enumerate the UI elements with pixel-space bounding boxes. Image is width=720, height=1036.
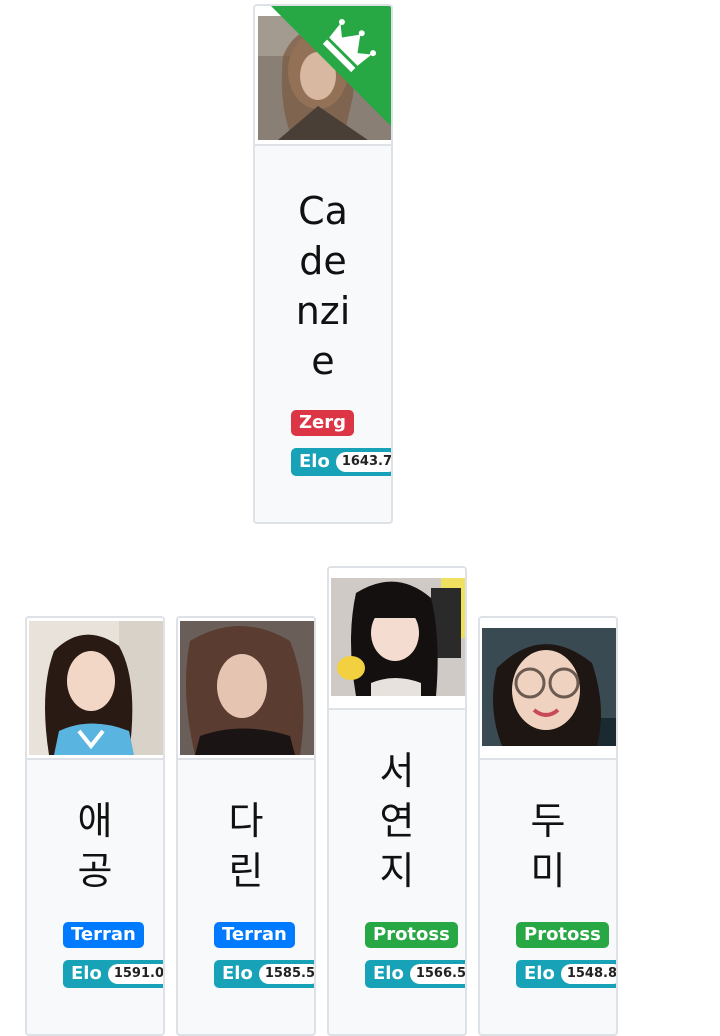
- player-card[interactable]: 다린 Terran Elo 1585.5: [176, 616, 316, 1036]
- elo-label: Elo: [71, 963, 102, 984]
- race-badge: Protoss: [516, 922, 609, 948]
- elo-value: 1643.7: [335, 452, 391, 472]
- player-photo-frame: [27, 618, 163, 760]
- race-badge: Terran: [63, 922, 144, 948]
- player-photo: [331, 578, 465, 696]
- race-badge: Terran: [214, 922, 295, 948]
- champion-photo-frame: [255, 6, 391, 146]
- player-photo: [29, 621, 163, 755]
- player-photo-frame: [329, 568, 465, 710]
- champion-ribbon: [271, 6, 391, 126]
- player-name: Cadenzie: [295, 189, 351, 383]
- elo-badge: Elo 1585.5: [214, 960, 314, 988]
- player-photo: [482, 628, 616, 746]
- elo-label: Elo: [299, 451, 330, 472]
- player-photo: [180, 621, 314, 755]
- elo-value: 1591.04: [107, 964, 163, 984]
- race-badge: Protoss: [365, 922, 458, 948]
- elo-badge: Elo 1566.52: [365, 960, 465, 988]
- player-name: 두미: [530, 799, 566, 893]
- elo-value: 1566.52: [409, 964, 465, 984]
- player-photo-frame: [178, 618, 314, 760]
- elo-badge: Elo 1643.7: [291, 448, 391, 476]
- race-badge: Zerg: [291, 410, 355, 436]
- elo-badge: Elo 1591.04: [63, 960, 163, 988]
- player-photo-frame: [480, 618, 616, 760]
- elo-label: Elo: [222, 963, 253, 984]
- elo-label: Elo: [524, 963, 555, 984]
- player-card[interactable]: 두미 Protoss Elo 1548.8: [478, 616, 618, 1036]
- elo-label: Elo: [373, 963, 404, 984]
- elo-value: 1548.8: [560, 964, 616, 984]
- player-name: 애공: [77, 799, 113, 893]
- player-name: 다린: [228, 799, 264, 893]
- elo-value: 1585.5: [258, 964, 314, 984]
- champion-card[interactable]: Cadenzie Zerg Elo 1643.7: [253, 4, 393, 524]
- player-name: 서연지: [379, 749, 415, 893]
- player-card[interactable]: 애공 Terran Elo 1591.04: [25, 616, 165, 1036]
- player-card[interactable]: 서연지 Protoss Elo 1566.52: [327, 566, 467, 1036]
- elo-badge: Elo 1548.8: [516, 960, 616, 988]
